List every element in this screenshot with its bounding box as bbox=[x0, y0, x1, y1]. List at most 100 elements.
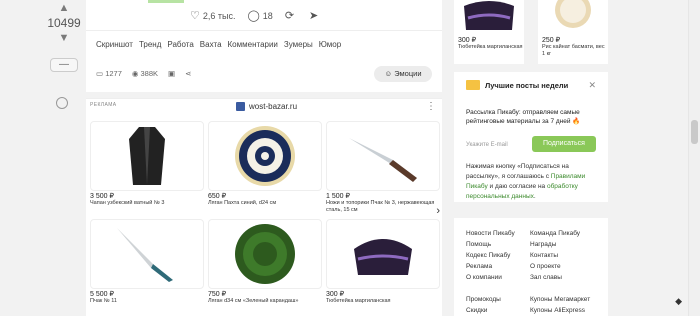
close-icon[interactable]: ✕ bbox=[588, 80, 596, 91]
product-price: 650 ₽ bbox=[208, 193, 227, 200]
views-count: 388K bbox=[140, 69, 159, 78]
tag-item[interactable]: Зумеры bbox=[284, 40, 313, 49]
product-title: Пчак № 11 bbox=[90, 298, 117, 304]
repost-icon[interactable]: ⟳ bbox=[285, 9, 294, 22]
product-image bbox=[90, 121, 204, 191]
subscribe-button[interactable]: Подписаться bbox=[532, 136, 596, 152]
sidebar-product-card[interactable]: 300 ₽ Тюбетейка маргиланская bbox=[454, 0, 524, 64]
ad-product-card[interactable]: 1 500 ₽ Ножи и топорики Пчак № 3, нержав… bbox=[326, 121, 440, 219]
eye-icon: ◉ bbox=[131, 69, 139, 78]
scrollbar-thumb[interactable] bbox=[691, 120, 698, 144]
consent-text: и даю согласие на bbox=[487, 183, 547, 190]
ad-product-card[interactable]: 300 ₽ Тюбетейка маргиланская bbox=[326, 219, 440, 316]
footer-link[interactable]: Помощь bbox=[466, 239, 515, 250]
sidebar-product-card[interactable]: 250 ₽ Рис кайнат басмати, вес 1 кг bbox=[538, 0, 608, 64]
footer-links-left: Новости Пикабу Помощь Кодекс Пикабу Рекл… bbox=[466, 228, 515, 283]
product-title: Ножи и топорики Пчак № 3, нержавеющая ст… bbox=[326, 200, 435, 213]
heart-icon: ♡ bbox=[190, 10, 200, 22]
active-indicator bbox=[148, 0, 184, 3]
product-title: Чапан узбекский ватный № 3 bbox=[90, 200, 165, 206]
tag-item[interactable]: Работа bbox=[167, 40, 193, 49]
footer-link[interactable]: Зал славы bbox=[530, 272, 580, 283]
ad-domain[interactable]: wost-bazar.ru bbox=[236, 102, 297, 111]
footer-link[interactable]: Промокоды bbox=[466, 294, 501, 305]
tag-list: Скриншот Тренд Работа Вахта Комментарии … bbox=[96, 40, 341, 49]
product-price: 750 ₽ bbox=[208, 291, 227, 298]
vote-column: ▲ 10499 ▼ — bbox=[44, 0, 84, 109]
consent-text: . bbox=[533, 193, 536, 200]
emotions-button[interactable]: ☺ Эмоции bbox=[374, 66, 432, 82]
footer-link[interactable]: Скидки bbox=[466, 305, 501, 316]
ad-product-card[interactable]: 3 500 ₽ Чапан узбекский ватный № 3 bbox=[90, 121, 204, 219]
product-price: 3 500 ₽ bbox=[90, 193, 114, 200]
footer-link[interactable]: Новости Пикабу bbox=[466, 228, 515, 239]
tag-item[interactable]: Тренд bbox=[139, 40, 161, 49]
product-image bbox=[208, 121, 322, 191]
tag-item[interactable]: Вахта bbox=[200, 40, 222, 49]
tag-item[interactable]: Юмор bbox=[319, 40, 341, 49]
footer-link[interactable]: Купоны Мегамаркет bbox=[530, 294, 590, 305]
email-field[interactable]: Укажите E-mail bbox=[466, 138, 526, 152]
newsletter-header: Лучшие посты недели bbox=[466, 80, 568, 90]
chevron-right-icon[interactable]: › bbox=[436, 205, 440, 217]
footer-link[interactable]: Команда Пикабу bbox=[530, 228, 580, 239]
ad-domain-text: wost-bazar.ru bbox=[249, 102, 298, 111]
ad-product-card[interactable]: 650 ₽ Ляган Пахта синий, d24 см bbox=[208, 121, 322, 219]
product-image bbox=[555, 0, 591, 28]
right-sidebar: 300 ₽ Тюбетейка маргиланская 250 ₽ Рис к… bbox=[454, 0, 608, 316]
like-button[interactable]: ♡ 2,6 тыс. bbox=[190, 9, 235, 22]
product-price: 250 ₽ bbox=[542, 37, 561, 44]
footer-link[interactable]: Купоны AliExpress bbox=[530, 305, 590, 316]
page-scrollbar[interactable] bbox=[688, 0, 700, 316]
comments-meta[interactable]: ▭ 1277 bbox=[96, 69, 122, 78]
comments-meta-count: 1277 bbox=[105, 69, 122, 78]
emotions-label: Эмоции bbox=[394, 69, 422, 78]
comment-icon: ◯ bbox=[247, 10, 260, 22]
share-send-icon[interactable]: ➤ bbox=[309, 9, 318, 22]
comment-bubble-icon: ▭ bbox=[96, 69, 104, 78]
post-meta: ▭ 1277 ◉ 388K ▣ ⋖ bbox=[96, 69, 191, 78]
ad-label: РЕКЛАМА bbox=[90, 102, 117, 108]
tag-item[interactable]: Скриншот bbox=[96, 40, 133, 49]
post-actions: ♡ 2,6 тыс. ◯ 18 ⟳ ➤ bbox=[190, 9, 321, 22]
footer-link[interactable]: О проекте bbox=[530, 261, 580, 272]
product-title: Ляган d34 см «Зеленый карандаш» bbox=[208, 298, 299, 304]
footer-links-left-2: Промокоды Скидки bbox=[466, 294, 501, 316]
product-title: Ляган Пахта синий, d24 см bbox=[208, 200, 277, 206]
newsletter-description: Рассылка Пикабу: отправляем самые рейтин… bbox=[466, 109, 581, 125]
post-card: ♡ 2,6 тыс. ◯ 18 ⟳ ➤ Скриншот Тренд Работа … bbox=[86, 0, 442, 92]
product-title: Тюбетейка маргиланская bbox=[326, 298, 391, 304]
paint-bucket-icon[interactable]: ◆ bbox=[675, 296, 682, 307]
footer-link[interactable]: Награды bbox=[530, 239, 580, 250]
emoji-icon: ☺ bbox=[384, 69, 393, 78]
product-price: 300 ₽ bbox=[326, 291, 345, 298]
product-image bbox=[326, 121, 440, 191]
product-price: 5 500 ₽ bbox=[90, 291, 114, 298]
share-icon[interactable]: ⋖ bbox=[185, 69, 191, 78]
save-later-icon[interactable] bbox=[56, 97, 68, 109]
divider bbox=[86, 30, 442, 31]
footer-links-right: Команда Пикабу Награды Контакты О проект… bbox=[530, 228, 580, 283]
footer-link[interactable]: Реклама bbox=[466, 261, 515, 272]
downvote-button[interactable]: ▼ bbox=[44, 32, 84, 44]
product-image bbox=[326, 219, 440, 289]
product-price: 300 ₽ bbox=[458, 37, 477, 44]
comments-button[interactable]: ◯ 18 bbox=[247, 9, 272, 22]
ad-product-card[interactable]: 5 500 ₽ Пчак № 11 bbox=[90, 219, 204, 316]
product-title: Тюбетейка маргиланская bbox=[458, 44, 523, 50]
upvote-button[interactable]: ▲ bbox=[44, 2, 84, 14]
more-options-icon[interactable]: ⋮ bbox=[426, 102, 436, 112]
tag-item[interactable]: Комментарии bbox=[228, 40, 278, 49]
collapse-button[interactable]: — bbox=[50, 58, 78, 72]
rating-count: 10499 bbox=[47, 16, 81, 30]
footer-links: Новости Пикабу Помощь Кодекс Пикабу Рекл… bbox=[454, 218, 608, 316]
ad-product-card[interactable]: 750 ₽ Ляган d34 см «Зеленый карандаш» bbox=[208, 219, 322, 316]
footer-links-right-2: Купоны Мегамаркет Купоны AliExpress bbox=[530, 294, 590, 316]
footer-link[interactable]: О компании bbox=[466, 272, 515, 283]
newsletter-title: Лучшие посты недели bbox=[485, 80, 569, 90]
footer-link[interactable]: Кодекс Пикабу bbox=[466, 250, 515, 261]
product-image bbox=[208, 219, 322, 289]
views-meta: ◉ 388K bbox=[132, 69, 158, 78]
save-icon[interactable]: ▣ bbox=[168, 69, 175, 78]
footer-link[interactable]: Контакты bbox=[530, 250, 580, 261]
